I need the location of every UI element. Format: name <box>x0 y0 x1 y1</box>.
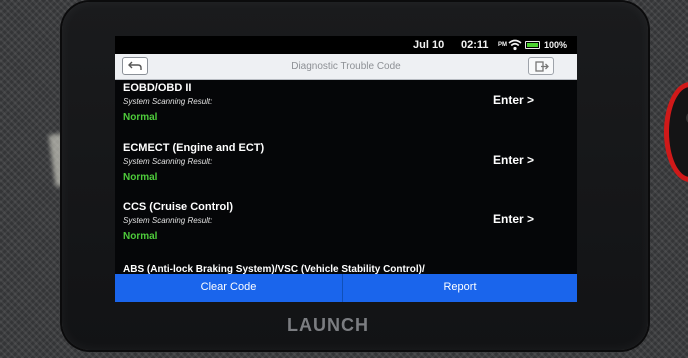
page-title: Diagnostic Trouble Code <box>291 61 401 72</box>
system-name: EOBD/OBD II <box>123 82 192 94</box>
system-item[interactable]: EOBD/OBD II System Scanning Result: Norm… <box>115 82 577 144</box>
enter-button[interactable]: Enter > <box>493 212 534 226</box>
brand-logo: LAUNCH <box>287 315 369 335</box>
title-bar: Diagnostic Trouble Code <box>115 54 577 80</box>
scan-result-value: Normal <box>123 112 158 123</box>
scan-result-label: System Scanning Result: <box>123 216 213 225</box>
system-name: ECMECT (Engine and ECT) <box>123 142 265 154</box>
status-ampm: PM <box>498 42 507 48</box>
device-screen: Jul 10 02:11 PM 100% Diagnostic Trouble … <box>115 36 577 302</box>
battery-level <box>527 43 538 47</box>
scan-result-label: System Scanning Result: <box>123 97 213 106</box>
status-time: 02:11 <box>461 39 489 51</box>
wifi-icon <box>508 39 522 51</box>
exit-icon <box>535 61 549 72</box>
status-bar: Jul 10 02:11 PM 100% <box>115 36 577 54</box>
exit-button[interactable] <box>528 57 554 75</box>
scan-result-value: Normal <box>123 231 158 242</box>
enter-button[interactable]: Enter > <box>493 153 534 167</box>
system-item[interactable]: ECMECT (Engine and ECT) System Scanning … <box>115 142 577 204</box>
report-button[interactable]: Report <box>343 274 577 302</box>
side-knob <box>664 82 688 182</box>
system-name-partial[interactable]: ABS (Anti-lock Braking System)/VSC (Vehi… <box>123 264 425 274</box>
system-item[interactable]: CCS (Cruise Control) System Scanning Res… <box>115 201 577 263</box>
scan-result-label: System Scanning Result: <box>123 157 213 166</box>
battery-icon <box>525 41 540 49</box>
enter-button[interactable]: Enter > <box>493 93 534 107</box>
photo-scene: Jul 10 02:11 PM 100% Diagnostic Trouble … <box>0 0 688 358</box>
battery-percent: 100% <box>544 40 568 50</box>
clear-code-button[interactable]: Clear Code <box>115 274 343 302</box>
bottom-action-bar: Clear Code Report <box>115 274 577 302</box>
system-list: EOBD/OBD II System Scanning Result: Norm… <box>115 82 577 274</box>
status-date: Jul 10 <box>413 39 445 51</box>
scan-result-value: Normal <box>123 172 158 183</box>
system-name: CCS (Cruise Control) <box>123 201 233 213</box>
